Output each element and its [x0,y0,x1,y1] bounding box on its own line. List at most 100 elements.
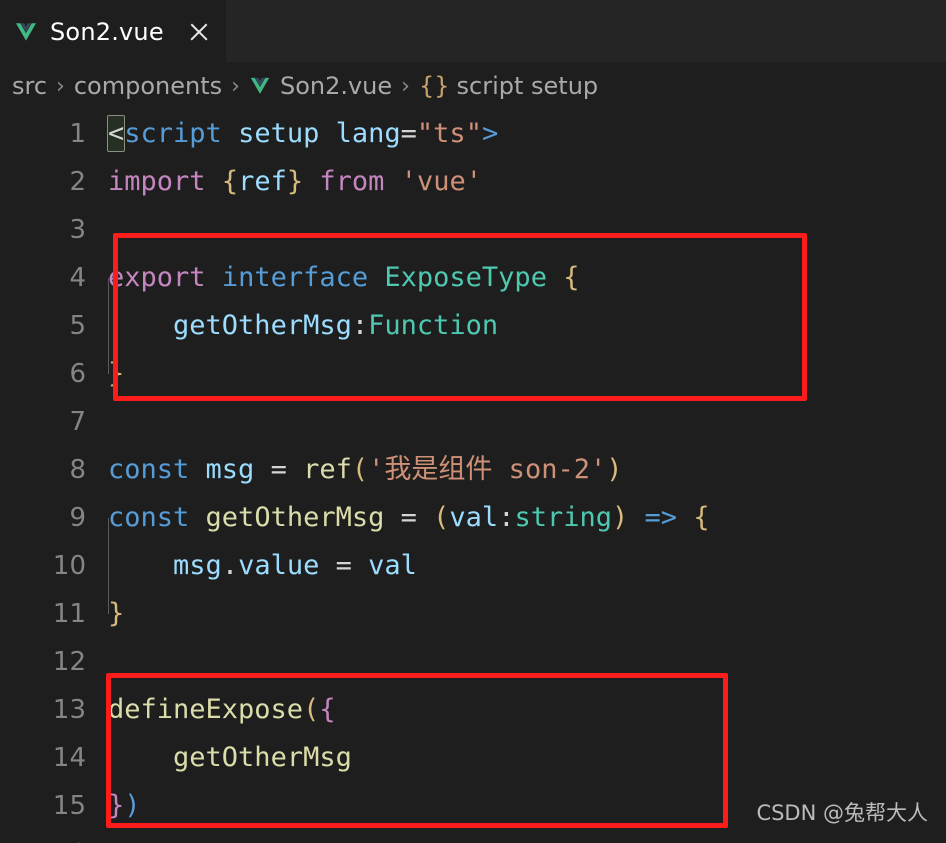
token-paren-close: ) [124,790,141,821]
code-content: import {ref} from 'vue' [108,158,482,206]
watermark: CSDN @兔帮大人 [756,801,928,825]
token-arrow: => [644,502,678,533]
token-brace-close: } [286,166,304,197]
token-brace-open: { [319,694,336,725]
line-number: 4 [69,263,86,293]
token-type-function: Function [368,310,499,341]
code-content: }) [108,782,141,830]
editor-tab-bar: Son2.vue [0,0,946,62]
token-paren-open: ( [433,502,450,533]
token-string-literal: '我是组件 son-2' [368,454,607,485]
line-number: 10 [52,551,86,581]
token-ref: ref [238,166,287,197]
code-content: getOtherMsg:Function [108,278,499,374]
code-content: <script setup lang="ts"> [106,110,499,158]
code-line: 13 defineExpose({ [0,686,946,734]
token-brace-close: } [108,358,125,389]
vscode-window: Son2.vue src › components › Son2.vue › {… [0,0,946,843]
code-editor[interactable]: 1 <script setup lang="ts"> 2 import {ref… [0,110,946,843]
code-content: const getOtherMsg = (val:string) => { [108,494,710,542]
token-call-ref: ref [303,454,352,485]
token-from: from [319,166,385,197]
code-line: 16 [0,830,946,843]
code-line: 14 getOtherMsg [0,710,946,806]
code-content: } [108,350,124,398]
token-tag-name: script [124,118,222,149]
token-brace-close: } [108,790,125,821]
token-brace-open: { [563,262,580,293]
editor-tab-label: Son2.vue [50,17,164,46]
code-line: 2 import {ref} from 'vue' [0,158,946,206]
token-interface: interface [221,262,369,293]
code-line: 11 } [0,590,946,638]
breadcrumb-separator: › [231,73,240,99]
token-object-msg: msg [173,550,222,581]
token-attr-setup: setup [238,118,320,149]
code-content: defineExpose({ [108,686,336,734]
token-equals: = [400,118,417,149]
token-dot: . [221,550,239,581]
token-attr-value: "ts" [416,118,482,149]
token-property-value: value [238,550,320,581]
token-module-string: 'vue' [400,166,482,197]
line-number: 16 [0,839,108,843]
braces-icon: {} [418,72,450,100]
token-type-string: string [514,502,613,533]
token-bracket-match: < [106,115,126,152]
editor-tab-son2-vue[interactable]: Son2.vue [0,0,226,62]
token-param-val: val [449,502,499,533]
token-equals: = [335,550,352,581]
line-number: 5 [69,311,86,341]
code-line: 5 getOtherMsg:Function [0,278,946,374]
line-number: 7 [69,407,86,437]
token-tag-close: > [481,118,499,149]
token-equals: = [400,502,417,533]
token-fn-getothermsg: getOtherMsg [205,502,385,533]
breadcrumb-item-son2-vue[interactable]: Son2.vue [249,72,392,100]
code-content: } [108,590,124,638]
token-import: import [108,166,206,197]
token-brace-close: } [108,598,125,629]
token-property-name: getOtherMsg [173,310,352,341]
line-number: 2 [69,167,86,197]
token-type-name: ExposeType [384,262,547,293]
breadcrumb-item-components[interactable]: components [74,72,222,100]
code-line: 7 [0,398,946,446]
code-line: 12 [0,638,946,686]
token-colon: : [498,502,515,533]
line-number: 12 [52,647,86,677]
breadcrumb-item-script-setup[interactable]: {} script setup [419,72,598,100]
breadcrumb-separator: › [56,73,65,99]
code-content: msg.value = val [108,518,417,614]
line-number: 9 [69,503,86,533]
line-number: 15 [52,791,86,821]
token-paren-close: ) [606,454,623,485]
token-brace-open: { [221,166,239,197]
vue-file-icon [14,20,38,44]
token-const: const [108,454,190,485]
code-line: 9 const getOtherMsg = (val:string) => { [0,494,946,542]
token-export: export [108,262,206,293]
breadcrumb-label-son2-vue: Son2.vue [279,72,393,100]
token-paren-close: ) [612,502,629,533]
line-number: 1 [69,119,86,149]
line-number: 14 [52,743,86,773]
token-colon: : [351,310,369,341]
code-content: getOtherMsg [108,710,352,806]
code-line: 6 } [0,350,946,398]
token-paren-open: ( [351,454,369,485]
line-number: 8 [69,455,86,485]
line-number: 11 [52,599,86,629]
line-number: 3 [69,215,86,245]
code-content: const msg = ref('我是组件 son-2') [108,446,622,494]
token-equals: = [270,454,287,485]
token-var-val: val [368,550,417,581]
close-icon[interactable] [186,19,212,45]
token-fn-defineexpose: defineExpose [108,694,304,725]
token-paren-open: ( [303,694,320,725]
token-attr-lang: lang [335,118,401,149]
vue-file-icon [249,75,271,97]
breadcrumb-separator: › [401,73,410,99]
code-line: 10 msg.value = val [0,518,946,614]
breadcrumb-item-src[interactable]: src [12,72,47,100]
